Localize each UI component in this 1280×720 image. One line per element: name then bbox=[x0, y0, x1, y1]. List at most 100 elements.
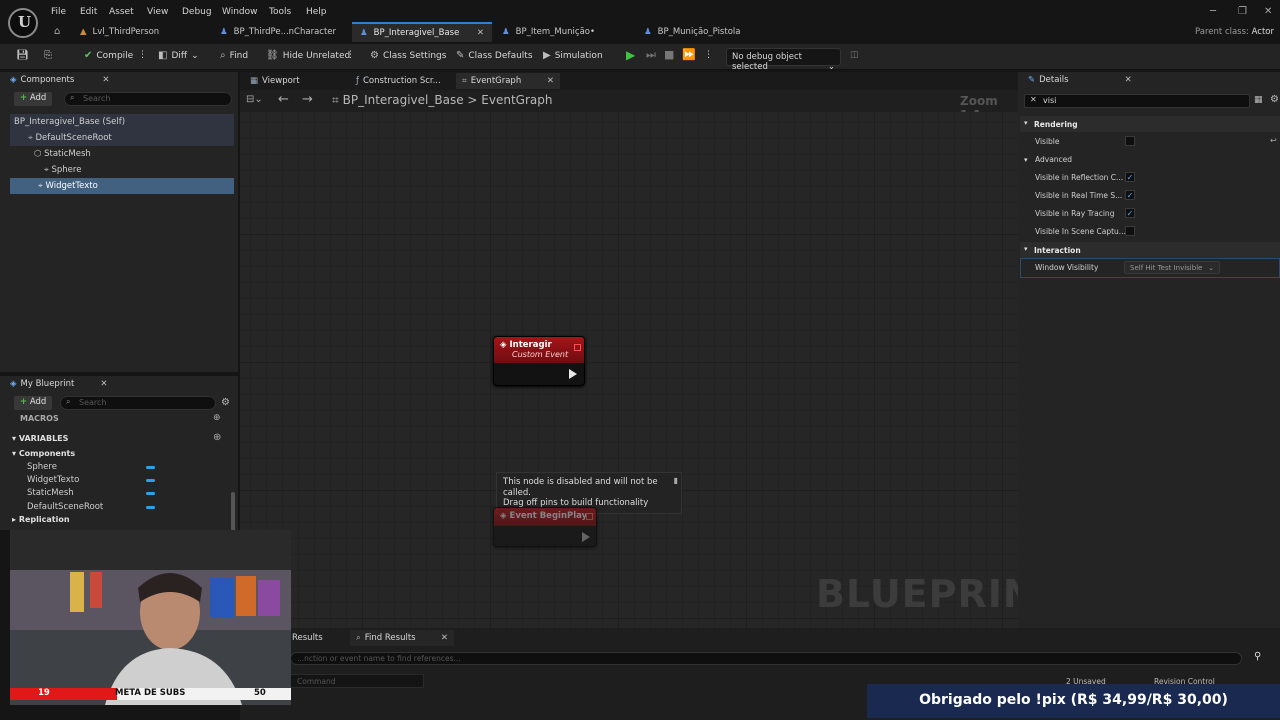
variable-static-mesh[interactable]: StaticMesh bbox=[27, 488, 74, 498]
visible-in-ray-tracing-checkbox[interactable]: ✓ bbox=[1125, 208, 1135, 218]
node-interagir[interactable]: ◈ Interagir Custom Event bbox=[493, 336, 585, 386]
simulation-button[interactable]: ▶ Simulation bbox=[543, 50, 603, 61]
forward-arrow-icon[interactable]: → bbox=[302, 92, 313, 107]
find-references-input[interactable]: ...nction or event name to find referenc… bbox=[290, 652, 1242, 665]
clear-search-icon[interactable]: ✕ bbox=[1030, 95, 1037, 104]
scrollbar[interactable] bbox=[231, 492, 235, 532]
variable-default-scene-root[interactable]: DefaultSceneRoot bbox=[27, 502, 103, 512]
add-variable-icon[interactable]: ⊕ bbox=[213, 432, 221, 443]
tab-bp-item-municao[interactable]: ♟ BP_Item_Munição• bbox=[494, 22, 603, 42]
compile-options-icon[interactable]: ⋮ bbox=[138, 50, 147, 60]
add-member-button[interactable]: + Add bbox=[14, 396, 53, 410]
find-button[interactable]: ⌕ Find bbox=[220, 50, 248, 61]
my-blueprint-search-input[interactable]: ⌕ Search bbox=[60, 396, 216, 410]
close-tab-icon[interactable]: ✕ bbox=[477, 28, 484, 38]
visible-checkbox[interactable] bbox=[1125, 136, 1135, 146]
back-arrow-icon[interactable]: ← bbox=[278, 92, 289, 107]
breadcrumb-current[interactable]: EventGraph bbox=[481, 93, 552, 107]
component-self[interactable]: BP_Interagivel_Base (Self) bbox=[10, 114, 234, 130]
play-icon[interactable]: ▶ bbox=[626, 48, 635, 62]
bookmark-icon[interactable]: ⊟⌄ bbox=[246, 94, 263, 105]
close-panel-icon[interactable]: ✕ bbox=[1125, 75, 1132, 85]
component-static-mesh[interactable]: ⬡ StaticMesh bbox=[10, 146, 234, 162]
replication-category[interactable]: ▸ Replication bbox=[12, 515, 70, 524]
variables-category[interactable]: ▾ VARIABLES bbox=[12, 434, 68, 443]
tab-bp-municao-pistola[interactable]: ♟ BP_Munição_Pistola bbox=[636, 22, 748, 42]
component-sphere[interactable]: ⌖ Sphere bbox=[10, 162, 234, 178]
close-panel-icon[interactable]: ✕ bbox=[100, 379, 107, 389]
tab-compiler-results[interactable]: Results bbox=[286, 630, 329, 646]
play-options-icon[interactable]: ⋮ bbox=[704, 50, 713, 60]
category-interaction[interactable]: Interaction bbox=[1020, 242, 1280, 258]
component-widget-texto[interactable]: ⌖ WidgetTexto bbox=[10, 178, 234, 194]
stop-icon[interactable]: ■ bbox=[664, 48, 674, 61]
node-event-beginplay[interactable]: ◈ Event BeginPlay bbox=[493, 507, 597, 547]
class-defaults-button[interactable]: ✎ Class Defaults bbox=[456, 50, 533, 61]
add-component-button[interactable]: + Add bbox=[14, 92, 53, 106]
menu-asset[interactable]: Asset bbox=[109, 7, 134, 17]
menu-edit[interactable]: Edit bbox=[80, 7, 97, 17]
tab-event-graph[interactable]: ⌗ EventGraph ✕ bbox=[456, 73, 560, 89]
close-tab-icon[interactable]: ✕ bbox=[547, 76, 554, 86]
unreal-logo-icon[interactable]: U bbox=[8, 8, 38, 38]
class-settings-button[interactable]: ⚙ Class Settings bbox=[370, 50, 446, 61]
event-graph-canvas[interactable]: ◈ Interagir Custom Event This node is di… bbox=[240, 112, 1062, 628]
tab-find-results[interactable]: ⌕ Find Results ✕ bbox=[350, 630, 454, 646]
menu-help[interactable]: Help bbox=[306, 7, 327, 17]
step-icon[interactable]: ⏭ bbox=[646, 48, 656, 62]
details-search-input[interactable]: ✕ visi bbox=[1024, 94, 1250, 108]
command-input[interactable]: Command bbox=[290, 674, 424, 688]
table-view-icon[interactable]: ▦ bbox=[1254, 95, 1263, 105]
macros-category[interactable]: MACROS bbox=[20, 414, 59, 423]
window-visibility-select[interactable]: Self Hit Test Invisible ⌄ bbox=[1124, 261, 1220, 274]
hide-options-icon[interactable]: ⋮ bbox=[346, 50, 355, 60]
reset-arrow-icon[interactable]: ↩ bbox=[1270, 136, 1277, 145]
details-tab[interactable]: ✎ Details ✕ bbox=[1022, 72, 1138, 88]
menu-debug[interactable]: Debug bbox=[182, 7, 212, 17]
close-tab-icon[interactable]: ✕ bbox=[441, 633, 448, 643]
visible-in-scene-capture-checkbox[interactable] bbox=[1125, 226, 1135, 236]
tab-construction-script[interactable]: ƒ Construction Scr... bbox=[350, 73, 447, 89]
breadcrumb-root[interactable]: BP_Interagivel_Base bbox=[343, 93, 464, 107]
menu-view[interactable]: View bbox=[147, 7, 168, 17]
add-macro-icon[interactable]: ⊕ bbox=[213, 413, 221, 423]
tab-lvl-thirdperson[interactable]: ▲ Lvl_ThirdPerson bbox=[72, 22, 167, 42]
menu-window[interactable]: Window bbox=[222, 7, 258, 17]
tab-bp-interagivel-base[interactable]: ♟ BP_Interagivel_Base ✕ bbox=[352, 22, 492, 42]
debug-filter-icon[interactable]: ◫ bbox=[850, 50, 859, 60]
tab-bp-thirdperson[interactable]: ♟ BP_ThirdPe...nCharacter bbox=[212, 22, 344, 42]
category-rendering[interactable]: Rendering bbox=[1020, 116, 1280, 132]
home-icon[interactable]: ⌂ bbox=[54, 26, 60, 37]
diff-button[interactable]: ◧ Diff ⌄ bbox=[158, 50, 199, 61]
variable-sphere[interactable]: Sphere bbox=[27, 462, 57, 472]
save-icon[interactable]: 💾︎ bbox=[16, 50, 29, 61]
binoculars-icon[interactable]: ⚲ bbox=[1254, 651, 1261, 662]
close-panel-icon[interactable]: ✕ bbox=[102, 75, 109, 85]
debug-object-select[interactable]: No debug object selected ⌄ bbox=[726, 48, 841, 72]
settings-gear-icon[interactable]: ⚙ bbox=[1270, 94, 1279, 105]
variable-widget-texto[interactable]: WidgetTexto bbox=[27, 475, 79, 485]
advanced-section[interactable]: Advanced bbox=[1035, 155, 1072, 164]
component-default-scene-root[interactable]: ⌖ DefaultSceneRoot bbox=[10, 130, 234, 146]
hide-unrelated-button[interactable]: ⛓ Hide Unrelated bbox=[266, 50, 350, 61]
menu-tools[interactable]: Tools bbox=[269, 7, 291, 17]
close-window-icon[interactable]: ✕ bbox=[1264, 6, 1272, 17]
delegate-pin-icon[interactable] bbox=[586, 513, 593, 520]
minimize-icon[interactable]: ─ bbox=[1210, 6, 1216, 17]
visible-in-realtime-checkbox[interactable]: ✓ bbox=[1125, 190, 1135, 200]
menu-file[interactable]: File bbox=[51, 7, 66, 17]
my-blueprint-tab[interactable]: ◈ My Blueprint ✕ bbox=[4, 376, 114, 392]
delegate-pin-icon[interactable] bbox=[574, 344, 581, 351]
compile-button[interactable]: ✔ Compile bbox=[84, 50, 133, 61]
browse-icon[interactable]: ⎘ bbox=[44, 50, 52, 61]
tab-viewport[interactable]: ▦ Viewport bbox=[244, 73, 306, 89]
components-tab[interactable]: ◈ Components ✕ bbox=[4, 72, 115, 88]
components-search-input[interactable]: ⌕ Search bbox=[64, 92, 232, 106]
restore-icon[interactable]: ❐ bbox=[1238, 6, 1247, 17]
settings-gear-icon[interactable]: ⚙ bbox=[221, 397, 230, 408]
visible-in-reflection-checkbox[interactable]: ✓ bbox=[1125, 172, 1135, 182]
exec-output-pin-icon[interactable] bbox=[582, 532, 590, 542]
exec-output-pin-icon[interactable] bbox=[569, 369, 577, 379]
components-variables-category[interactable]: ▾ Components bbox=[12, 449, 75, 458]
eject-icon[interactable]: ⏩ bbox=[682, 48, 696, 61]
